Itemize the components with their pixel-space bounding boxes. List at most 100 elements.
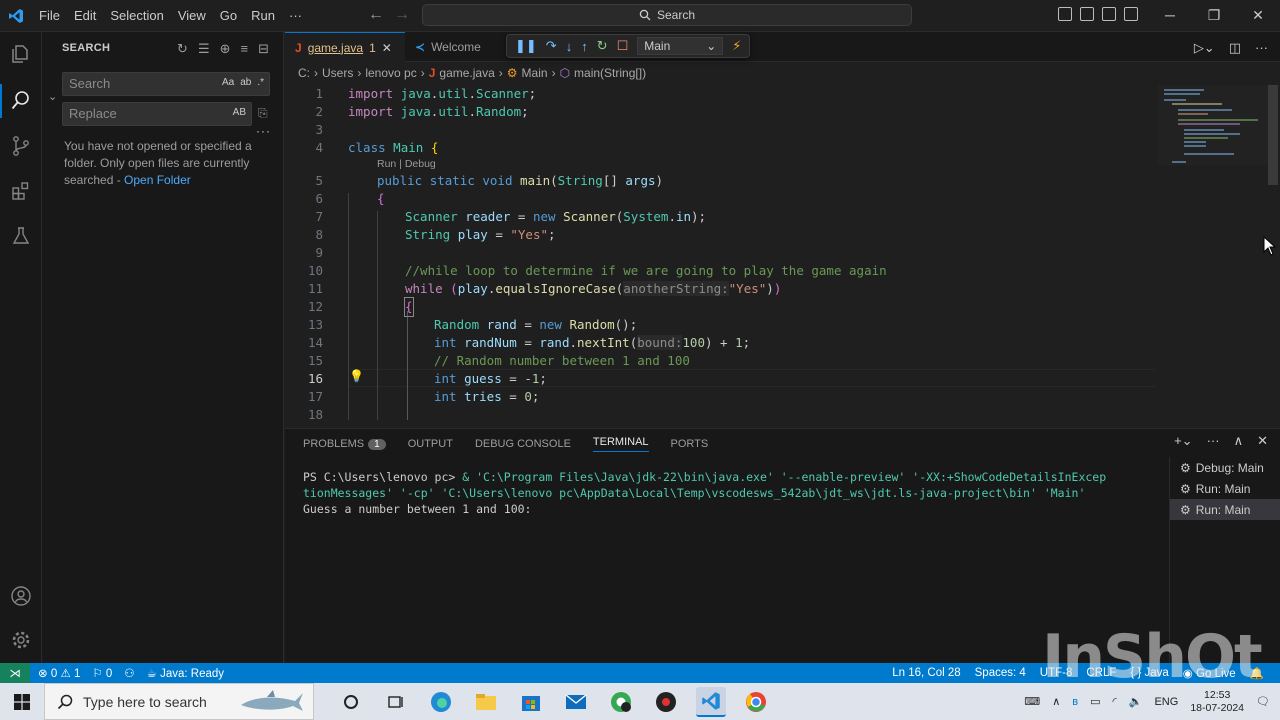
- breadcrumb-drive[interactable]: C:: [298, 66, 310, 80]
- replace-all-icon[interactable]: ⎘: [258, 106, 268, 121]
- tab-problems[interactable]: PROBLEMS 1: [303, 438, 386, 450]
- cursor-position[interactable]: Ln 16, Col 28: [892, 667, 960, 679]
- hot-code-replace-icon[interactable]: ⚡: [732, 38, 741, 54]
- chrome-browser-icon[interactable]: [741, 687, 771, 717]
- close-tab-icon[interactable]: ✕: [382, 41, 392, 55]
- toggle-replace-chevron-icon[interactable]: ⌄: [48, 90, 57, 103]
- tab-welcome[interactable]: ≺ Welcome: [405, 32, 515, 62]
- source-control-icon[interactable]: [7, 132, 35, 160]
- close-window-icon[interactable]: ✕: [1236, 0, 1280, 30]
- search-view-icon[interactable]: [7, 86, 35, 114]
- accounts-icon[interactable]: [7, 582, 35, 610]
- code-editor[interactable]: 1 import java.util.Scanner; 2 import java.…: [285, 85, 1155, 420]
- preserve-case-icon[interactable]: AB: [233, 107, 246, 118]
- ports-status[interactable]: ⚐ 0: [92, 666, 112, 680]
- stop-icon[interactable]: ☐: [617, 38, 629, 54]
- step-over-icon[interactable]: ↷: [546, 38, 557, 54]
- minimize-icon[interactable]: ─: [1148, 0, 1192, 30]
- terminal-run-main-active[interactable]: ⚙ Run: Main: [1170, 499, 1280, 520]
- terminal-run-main[interactable]: ⚙ Run: Main: [1170, 478, 1280, 499]
- task-view-icon[interactable]: [381, 687, 411, 717]
- use-regex-icon[interactable]: .*: [257, 77, 264, 88]
- tab-output[interactable]: OUTPUT: [408, 438, 453, 450]
- breadcrumb-file[interactable]: game.java: [439, 66, 494, 80]
- remote-icon[interactable]: ⋊: [0, 663, 30, 683]
- indentation[interactable]: Spaces: 4: [975, 667, 1026, 679]
- match-case-icon[interactable]: Aa: [222, 77, 234, 88]
- menu-file[interactable]: File: [32, 8, 67, 23]
- customize-layout-icon[interactable]: [1124, 7, 1138, 21]
- run-debug-codelens[interactable]: Run | Debug: [377, 157, 436, 171]
- tab-ports[interactable]: PORTS: [671, 438, 709, 450]
- menu-go[interactable]: Go: [213, 8, 244, 23]
- breadcrumb-user[interactable]: lenovo pc: [365, 66, 416, 80]
- menu-selection[interactable]: Selection: [103, 8, 170, 23]
- app-icon[interactable]: [651, 687, 681, 717]
- more-actions-icon[interactable]: ···: [1255, 40, 1268, 56]
- search-input[interactable]: Search Aa ab .*: [62, 72, 270, 96]
- collapse-all-icon[interactable]: ⊟: [258, 41, 269, 57]
- command-center-search[interactable]: Search: [422, 4, 912, 26]
- maximize-panel-icon[interactable]: ∧: [1234, 433, 1244, 449]
- panel-more-icon[interactable]: ···: [1207, 433, 1220, 449]
- chrome-profile-icon[interactable]: [606, 687, 636, 717]
- volume-icon[interactable]: 🔈: [1129, 695, 1143, 708]
- close-panel-icon[interactable]: ✕: [1257, 433, 1268, 449]
- taskbar-search[interactable]: Type here to search: [44, 683, 314, 720]
- edge-browser-icon[interactable]: [426, 687, 456, 717]
- tab-debug-console[interactable]: DEBUG CONSOLE: [475, 438, 571, 450]
- breadcrumb-users[interactable]: Users: [322, 66, 353, 80]
- tab-terminal[interactable]: TERMINAL: [592, 436, 649, 452]
- pause-icon[interactable]: ❚❚: [515, 38, 537, 54]
- minimap[interactable]: [1158, 85, 1268, 165]
- back-arrow-icon[interactable]: ←: [368, 6, 384, 24]
- toggle-panel-icon[interactable]: [1080, 7, 1094, 21]
- breadcrumb-method[interactable]: main(String[]): [574, 66, 646, 80]
- step-into-icon[interactable]: ↓: [566, 39, 573, 54]
- menu-edit[interactable]: Edit: [67, 8, 103, 23]
- testing-flask-icon[interactable]: [7, 222, 35, 250]
- extensions-icon[interactable]: [7, 177, 35, 205]
- split-editor-icon[interactable]: ◫: [1229, 40, 1241, 56]
- action-center-icon[interactable]: 🗨: [1256, 695, 1270, 708]
- debug-config-select[interactable]: Main ⌄: [637, 37, 724, 55]
- taskbar-clock[interactable]: 12:53 18-07-2024: [1190, 689, 1244, 715]
- menu-more[interactable]: ···: [282, 8, 309, 23]
- input-language[interactable]: ENG: [1154, 696, 1178, 708]
- open-folder-link[interactable]: Open Folder: [124, 173, 191, 187]
- step-out-icon[interactable]: ↑: [581, 39, 588, 54]
- debug-status-icon[interactable]: ⚇: [124, 666, 134, 680]
- restore-icon[interactable]: ❐: [1192, 0, 1236, 30]
- bluetooth-icon[interactable]: ʙ: [1072, 696, 1078, 708]
- terminal-debug-main[interactable]: ⚙ Debug: Main: [1170, 457, 1280, 478]
- new-terminal-icon[interactable]: +⌄: [1174, 433, 1192, 449]
- run-java-icon[interactable]: ▷⌄: [1194, 40, 1215, 56]
- forward-arrow-icon[interactable]: →: [394, 6, 410, 24]
- toggle-search-details-icon[interactable]: ···: [256, 124, 271, 138]
- new-search-editor-icon[interactable]: ⊕: [220, 41, 231, 57]
- match-whole-word-icon[interactable]: ab: [240, 77, 251, 88]
- java-status[interactable]: ☕ Java: Ready: [147, 666, 224, 680]
- cortana-circle-icon[interactable]: [336, 687, 366, 717]
- microsoft-store-icon[interactable]: [516, 687, 546, 717]
- replace-input[interactable]: Replace AB: [62, 102, 252, 126]
- editor-scrollbar[interactable]: [1268, 85, 1278, 185]
- clear-results-icon[interactable]: ☰: [198, 41, 210, 57]
- lightbulb-icon[interactable]: 💡: [349, 369, 364, 383]
- battery-icon[interactable]: ▭: [1090, 695, 1100, 708]
- file-explorer-icon[interactable]: [471, 687, 501, 717]
- view-as-tree-icon[interactable]: ≡: [241, 41, 249, 57]
- terminal-output[interactable]: PS C:\Users\lenovo pc> & 'C:\Program Fil…: [303, 469, 1163, 517]
- tab-game-java[interactable]: J game.java 1 ✕: [285, 32, 405, 62]
- settings-gear-icon[interactable]: [7, 626, 35, 654]
- show-hidden-icons-icon[interactable]: ∧: [1052, 695, 1060, 708]
- refresh-icon[interactable]: ↻: [177, 41, 188, 57]
- menu-run[interactable]: Run: [244, 8, 282, 23]
- windows-start-icon[interactable]: [0, 683, 44, 720]
- menu-view[interactable]: View: [171, 8, 213, 23]
- keyboard-icon[interactable]: ⌨: [1024, 695, 1040, 708]
- toggle-sidebar-icon[interactable]: [1058, 7, 1072, 21]
- restart-icon[interactable]: ↻: [597, 38, 608, 54]
- problems-status[interactable]: ⊗ 0 ⚠ 1: [38, 666, 80, 680]
- vscode-taskbar-icon[interactable]: [696, 686, 726, 717]
